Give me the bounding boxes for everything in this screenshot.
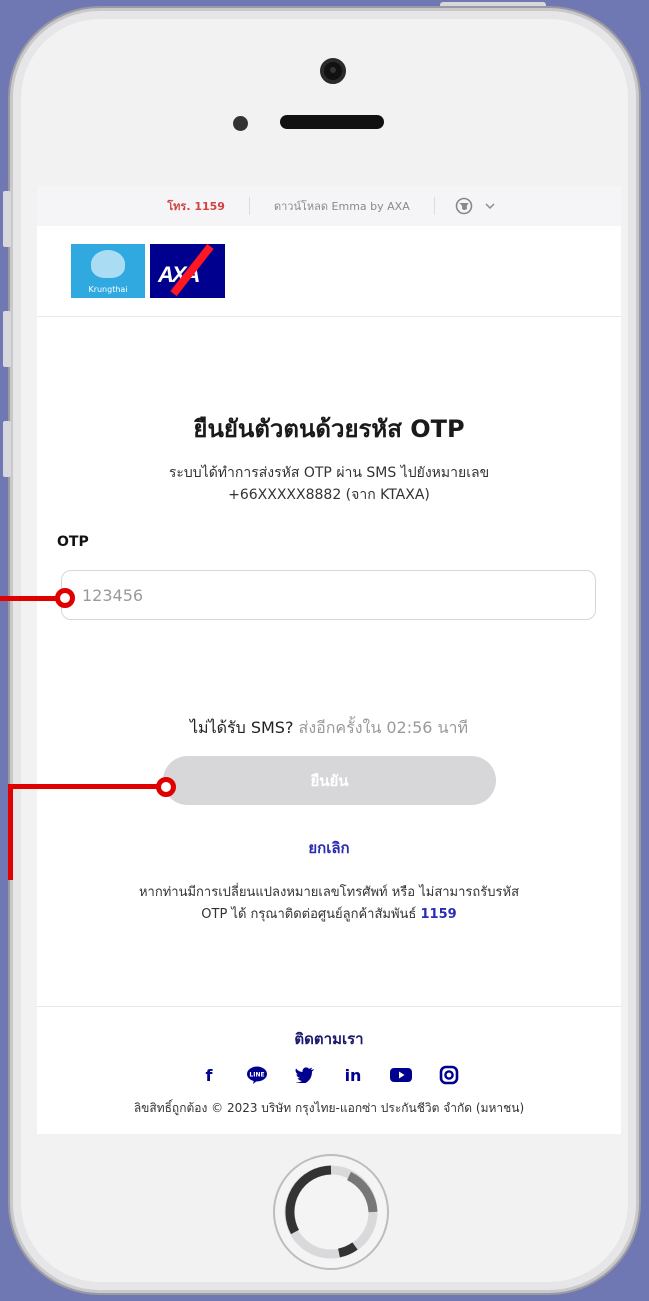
- garuda-icon: [91, 250, 125, 278]
- annotation-line-confirm-vertical: [8, 784, 13, 880]
- front-camera: [320, 58, 346, 84]
- volume-up-button: [3, 311, 11, 367]
- volume-down-button: [3, 421, 11, 477]
- annotation-dot-confirm: [156, 777, 176, 797]
- krungthai-logo-text: Krungthai: [88, 285, 128, 294]
- instagram-icon[interactable]: [437, 1065, 461, 1085]
- krungthai-logo: Krungthai: [71, 244, 145, 298]
- otp-description-line-1: ระบบได้ทำการส่งรหัส OTP ผ่าน SMS ไปยังหม…: [168, 465, 490, 481]
- annotation-line-confirm-horizontal: [8, 784, 160, 789]
- otp-description: ระบบได้ทำการส่งรหัส OTP ผ่าน SMS ไปยังหม…: [37, 462, 621, 506]
- resend-countdown: ส่งอีกครั้งใน 02:56 นาที: [298, 718, 469, 737]
- cancel-link[interactable]: ยกเลิก: [37, 836, 621, 860]
- page-title: ยืนยันตัวตนด้วยรหัส OTP: [193, 415, 465, 443]
- confirm-button[interactable]: ยืนยัน: [163, 756, 496, 805]
- facebook-icon[interactable]: f: [197, 1065, 221, 1085]
- chevron-down-icon: [485, 203, 495, 209]
- otp-description-line-2: +66XXXXX8882 (จาก KTAXA): [228, 487, 430, 503]
- contact-number-link[interactable]: 1159: [421, 907, 457, 922]
- svg-text:LINE: LINE: [249, 1072, 264, 1079]
- line-icon[interactable]: LINE: [245, 1065, 269, 1085]
- brand-header: Krungthai AXA: [37, 226, 621, 317]
- home-button: [273, 1154, 389, 1270]
- follow-us-heading: ติดตามเรา: [294, 1030, 364, 1048]
- loading-spinner-icon: [284, 1165, 378, 1259]
- annotation-line-otp: [0, 596, 60, 601]
- help-text-line-2-body: OTP ได้ กรุณาติดต่อศูนย์ลูกค้าสัมพันธ์: [201, 907, 417, 922]
- mute-switch: [3, 191, 11, 247]
- resend-sms-row: ไม่ได้รับ SMS? ส่งอีกครั้งใน 02:56 นาที: [37, 716, 621, 741]
- copyright-text: ลิขสิทธิ์ถูกต้อง © 2023 บริษัท กรุงไทย-แ…: [133, 1101, 525, 1115]
- language-selector[interactable]: [435, 197, 515, 215]
- top-bar: โทร. 1159 ดาวน์โหลด Emma by AXA: [37, 186, 621, 226]
- social-links: f LINE in: [37, 1065, 621, 1085]
- download-app-link[interactable]: ดาวน์โหลด Emma by AXA: [250, 197, 434, 215]
- app-screen: โทร. 1159 ดาวน์โหลด Emma by AXA Krungtha…: [37, 186, 621, 1134]
- resend-prefix: ไม่ได้รับ SMS?: [189, 718, 294, 737]
- axa-logo: AXA: [150, 244, 225, 298]
- otp-field-label: OTP: [57, 534, 89, 550]
- help-text-line-1: หากท่านมีการเปลี่ยนแปลงหมายเลขโทรศัพท์ ห…: [138, 885, 519, 900]
- proximity-sensor: [233, 116, 248, 131]
- call-link[interactable]: โทร. 1159: [143, 197, 249, 215]
- earpiece-speaker: [280, 115, 384, 129]
- youtube-icon[interactable]: [389, 1065, 413, 1085]
- help-text: หากท่านมีการเปลี่ยนแปลงหมายเลขโทรศัพท์ ห…: [67, 882, 591, 926]
- annotation-dot-otp: [55, 588, 75, 608]
- help-text-line-2: OTP ได้ กรุณาติดต่อศูนย์ลูกค้าสัมพันธ์ 1…: [67, 904, 591, 926]
- linkedin-icon[interactable]: in: [341, 1065, 365, 1085]
- otp-input[interactable]: [61, 570, 596, 620]
- globe-icon: [455, 197, 473, 215]
- twitter-icon[interactable]: [293, 1065, 317, 1085]
- footer: ติดตามเรา f LINE in ลิขสิทธิ์ถูกต้อง © 2…: [37, 1006, 621, 1134]
